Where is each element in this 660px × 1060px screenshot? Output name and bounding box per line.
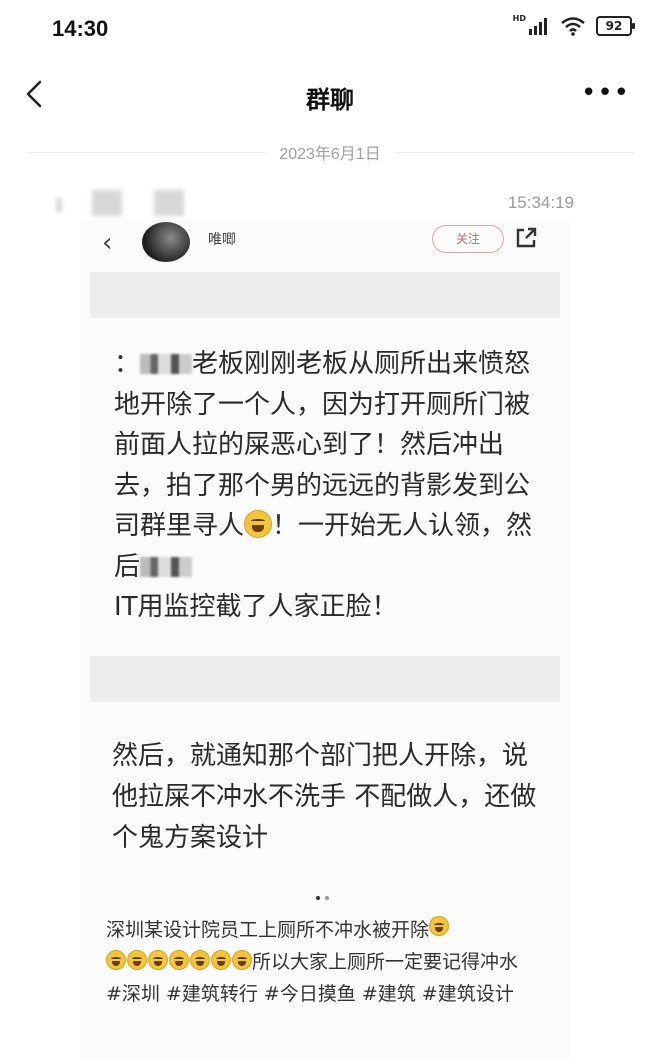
nav-bar: 群聊 ••• [0,62,660,130]
laughing-emoji-icon [232,950,252,970]
carousel-dots [316,896,329,900]
laughing-emoji-icon [244,510,273,538]
divider-line-right [394,151,634,153]
post-paragraph-1: ：老板刚刚老板从厕所出来愤怒地开除了一个人，因为打开厕所门被前面人拉的屎恶心到了… [114,344,554,628]
hashtags: #深圳 #建筑转行 #今日摸鱼 #建筑 #建筑设计 [106,983,514,1005]
more-horizontal-icon[interactable]: ••• [581,78,630,108]
signal-icon [529,18,547,35]
carousel-dot-active [316,896,320,900]
blur-block [92,190,122,216]
emoji-row [106,950,252,970]
laughing-emoji-icon [106,950,126,970]
caption-line-1: 深圳某设计院员工上厕所不冲水被开除 [106,919,430,941]
chevron-left-icon: ‹ [102,228,113,258]
status-icons: HD 92 [512,13,635,36]
post-text: ： [114,349,141,379]
laughing-emoji-icon [211,950,231,970]
battery-icon: 92 [596,16,635,36]
page-title: 群聊 [306,86,354,114]
avatar [142,222,190,262]
post-caption: 深圳某设计院员工上厕所不冲水被开除 所以大家上厕所一定要记得冲水 #深圳 #建筑… [106,914,546,1010]
date-label: 2023年6月1日 [279,146,381,163]
blur-block [56,198,62,212]
blurred-header-bar [90,656,560,702]
shared-username: 唯唧 [208,232,236,248]
share-icon [516,227,537,248]
pixelated-name [140,354,193,374]
blur-block [154,190,184,216]
network-type-label: HD [512,13,526,23]
post-text: IT用监控截了人家正脸！ [114,592,398,622]
status-bar: 14:30 HD 92 [0,0,660,62]
pixelated-name [140,556,193,577]
caption-line-2: 所以大家上厕所一定要记得冲水 [252,951,519,973]
sender-name-blurred [56,190,196,218]
message-timestamp: 15:34:19 [507,193,574,212]
status-time: 14:30 [52,16,109,41]
post-paragraph-2: 然后，就通知那个部门把人开除，说他拉屎不冲水不洗手 不配做人，还做个鬼方案设计 [112,741,537,853]
follow-button: 关注 [432,225,504,253]
laughing-emoji-icon [169,950,189,970]
laughing-emoji-icon [429,916,450,936]
laughing-emoji-icon [148,950,168,970]
laughing-emoji-icon [127,950,147,970]
image-message[interactable]: ‹ 唯唧 关注 ：老板刚刚老板从厕所出来愤怒地开除了一个人，因为打开厕所门被前面… [80,220,570,1060]
blurred-header-bar [90,272,560,318]
wifi-icon [561,17,585,36]
divider-line-left [26,151,266,153]
date-divider: 2023年6月1日 [26,140,634,164]
laughing-emoji-icon [190,950,210,970]
carousel-dot [325,896,329,900]
